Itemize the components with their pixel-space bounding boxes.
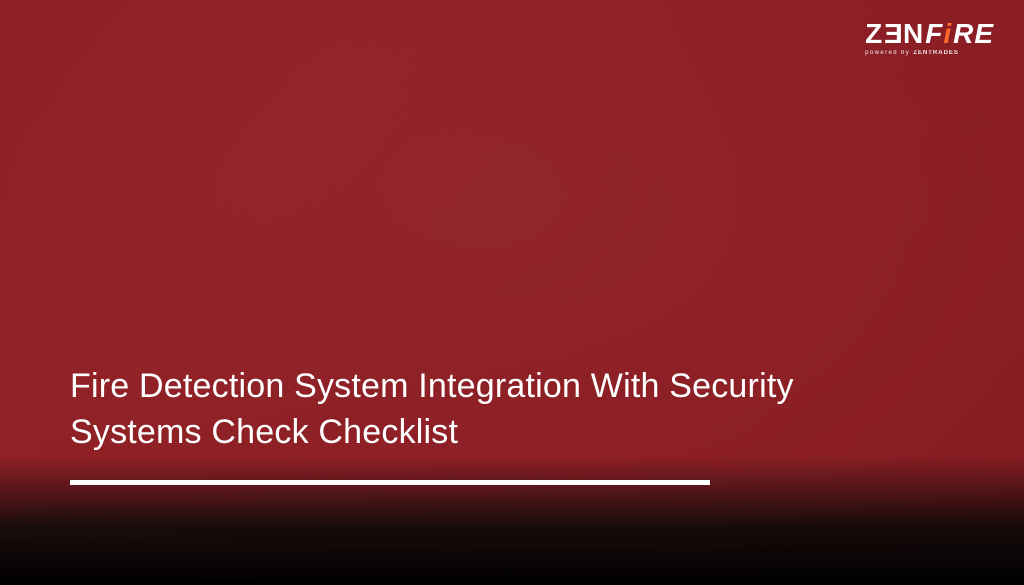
logo-letter-n: N xyxy=(903,20,924,48)
page-title: Fire Detection System Integration With S… xyxy=(70,364,830,456)
flame-icon: i xyxy=(943,20,952,48)
logo-tagline: powered by ZENTRADES xyxy=(865,50,994,56)
tagline-prefix: powered by xyxy=(865,50,913,56)
logo-letter-z: Z xyxy=(865,20,883,48)
logo-letter-f: F xyxy=(925,20,943,48)
headline-block: Fire Detection System Integration With S… xyxy=(70,364,830,485)
hero-banner: Z E N F i RE powered by ZENTRADES Fire D… xyxy=(0,0,1024,585)
logo-letter-e: E xyxy=(883,20,903,48)
tagline-brand: ZENTRADES xyxy=(913,50,959,56)
brand-logo: Z E N F i RE powered by ZENTRADES xyxy=(865,20,994,56)
logo-text: Z E N F i RE xyxy=(865,20,994,48)
title-underline xyxy=(70,480,710,485)
logo-letter-re: RE xyxy=(953,20,994,48)
